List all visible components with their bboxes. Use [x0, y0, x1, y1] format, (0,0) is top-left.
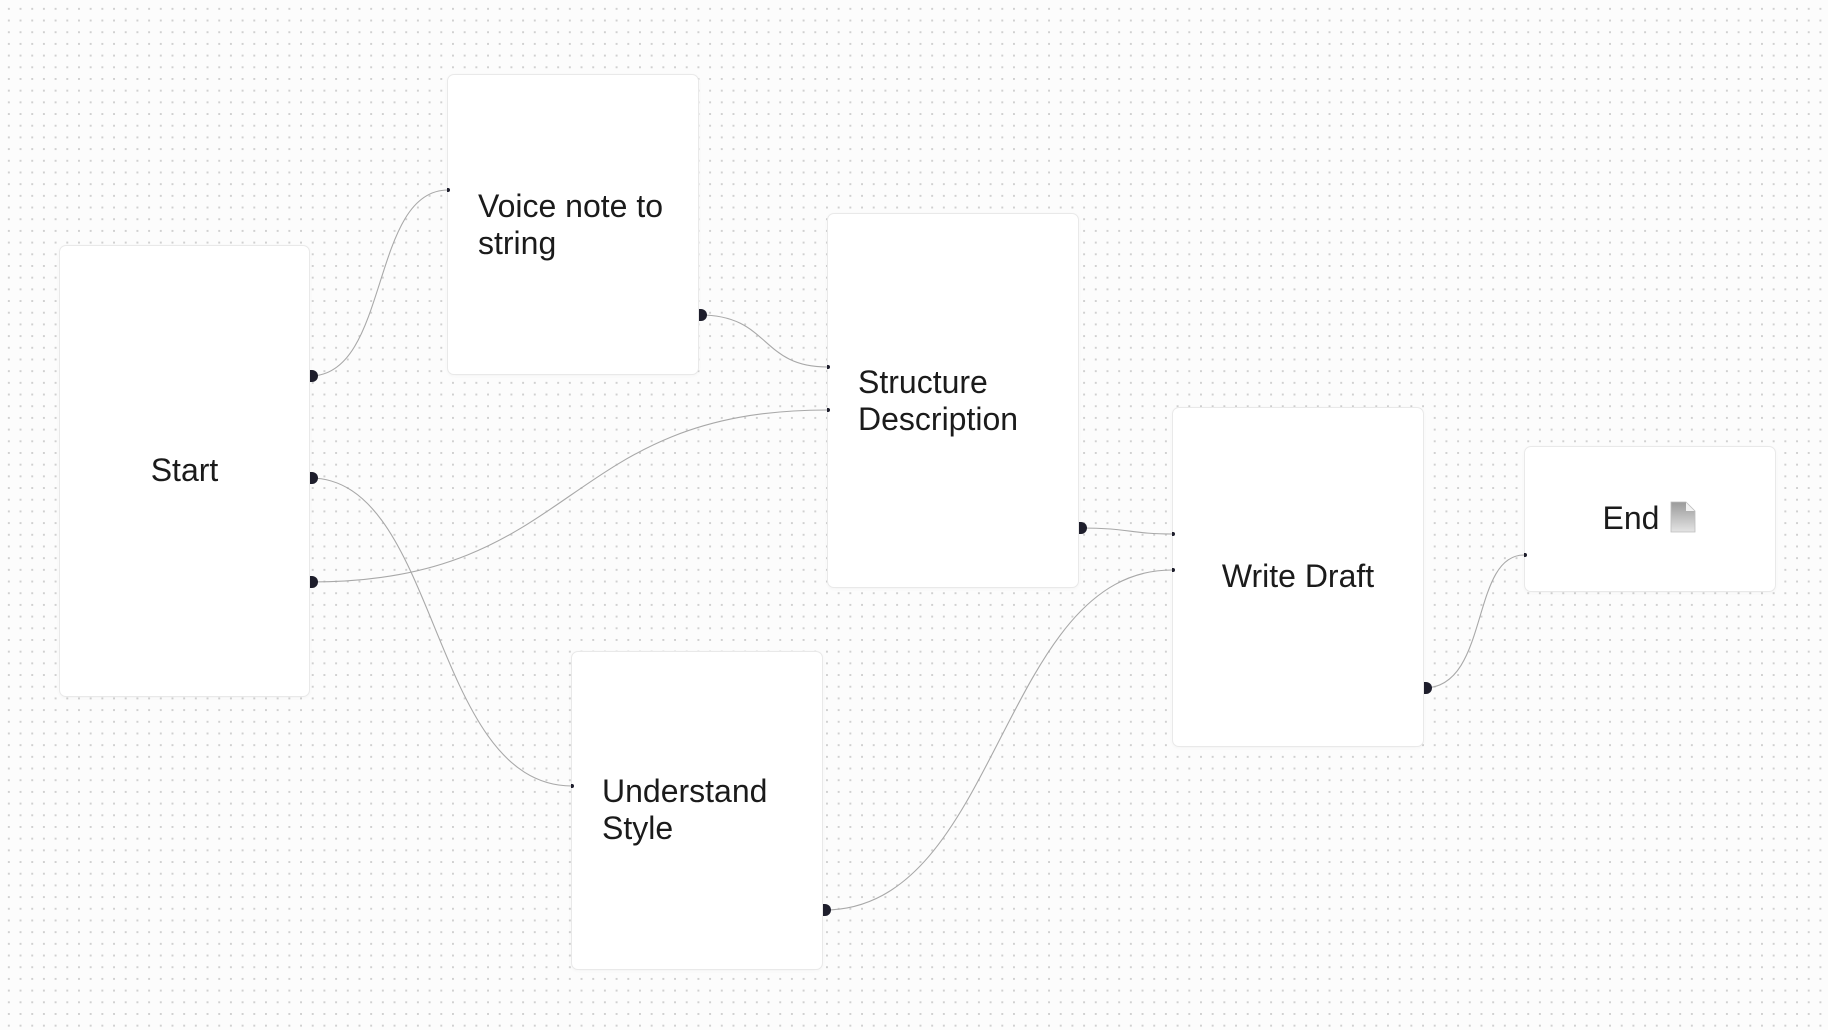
node-understand-style[interactable]: Understand Style: [571, 651, 823, 970]
workflow-canvas[interactable]: Start Voice note to string Structure Des…: [0, 0, 1828, 1030]
edge-start-to-understand-style[interactable]: [309, 477, 573, 787]
node-end-label-row: End: [1525, 500, 1775, 541]
start-output-handle-structure[interactable]: [310, 576, 318, 588]
voice-note-output-handle[interactable]: [699, 309, 707, 321]
start-output-handle-understand-style[interactable]: [310, 472, 318, 484]
understand-style-output-handle[interactable]: [823, 904, 831, 916]
node-structure-description-label: Structure Description: [858, 364, 1019, 437]
document-icon: [1669, 501, 1697, 541]
node-understand-style-label: Understand Style: [602, 773, 768, 846]
node-end-label: End: [1602, 500, 1660, 536]
node-start-label: Start: [150, 452, 219, 488]
node-structure-description[interactable]: Structure Description: [827, 213, 1079, 588]
edge-start-to-structure-description[interactable]: [309, 409, 828, 583]
write-draft-output-handle[interactable]: [1424, 682, 1432, 694]
structure-output-handle[interactable]: [1079, 522, 1087, 534]
edge-voice-note-to-structure-description[interactable]: [699, 314, 828, 368]
node-voice-note-to-string[interactable]: Voice note to string: [447, 74, 699, 375]
node-voice-note-to-string-label: Voice note to string: [478, 188, 664, 261]
node-start[interactable]: Start: [59, 245, 310, 697]
start-output-handle-voice-note[interactable]: [310, 370, 318, 382]
node-write-draft[interactable]: Write Draft: [1172, 407, 1424, 747]
node-write-draft-label: Write Draft: [1221, 558, 1375, 594]
edge-understand-style-to-write-draft[interactable]: [823, 569, 1173, 911]
edge-structure-description-to-write-draft[interactable]: [1079, 527, 1173, 535]
node-end[interactable]: End: [1524, 446, 1776, 592]
edge-start-to-voice-note[interactable]: [309, 189, 449, 377]
edge-write-draft-to-end[interactable]: [1423, 554, 1525, 689]
